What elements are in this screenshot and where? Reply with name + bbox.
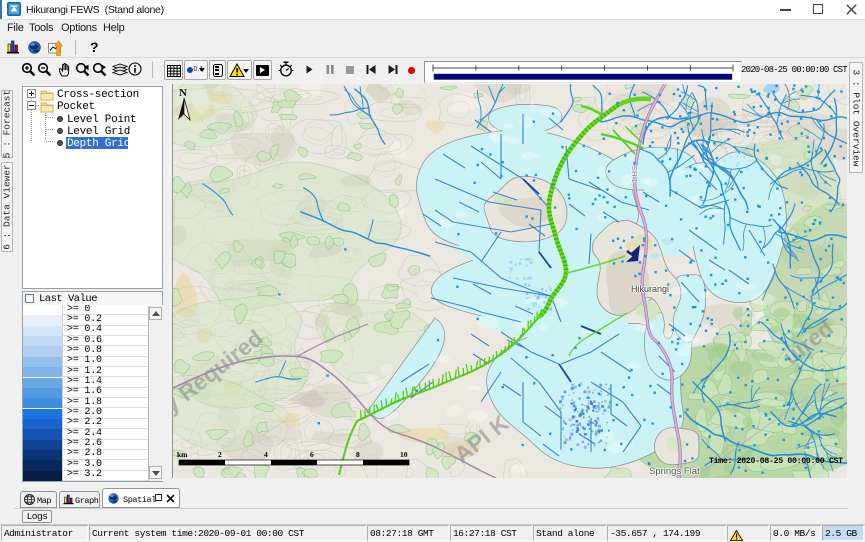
svg-text:10: 10	[400, 450, 408, 459]
svg-text:Time: 2020-08-25 00:00:00 CST: Time: 2020-08-25 00:00:00 CST	[709, 456, 843, 466]
svg-text:SH 1: SH 1	[630, 166, 639, 183]
svg-text:Hikurangi: Hikurangi	[631, 284, 669, 294]
svg-text:6: 6	[310, 450, 314, 459]
svg-text:km: km	[177, 450, 188, 459]
svg-text:2: 2	[218, 450, 222, 459]
svg-text:Springs Flat: Springs Flat	[649, 466, 700, 477]
svg-text:8: 8	[356, 450, 360, 459]
svg-text:4: 4	[264, 450, 268, 459]
svg-text:N: N	[179, 87, 187, 99]
